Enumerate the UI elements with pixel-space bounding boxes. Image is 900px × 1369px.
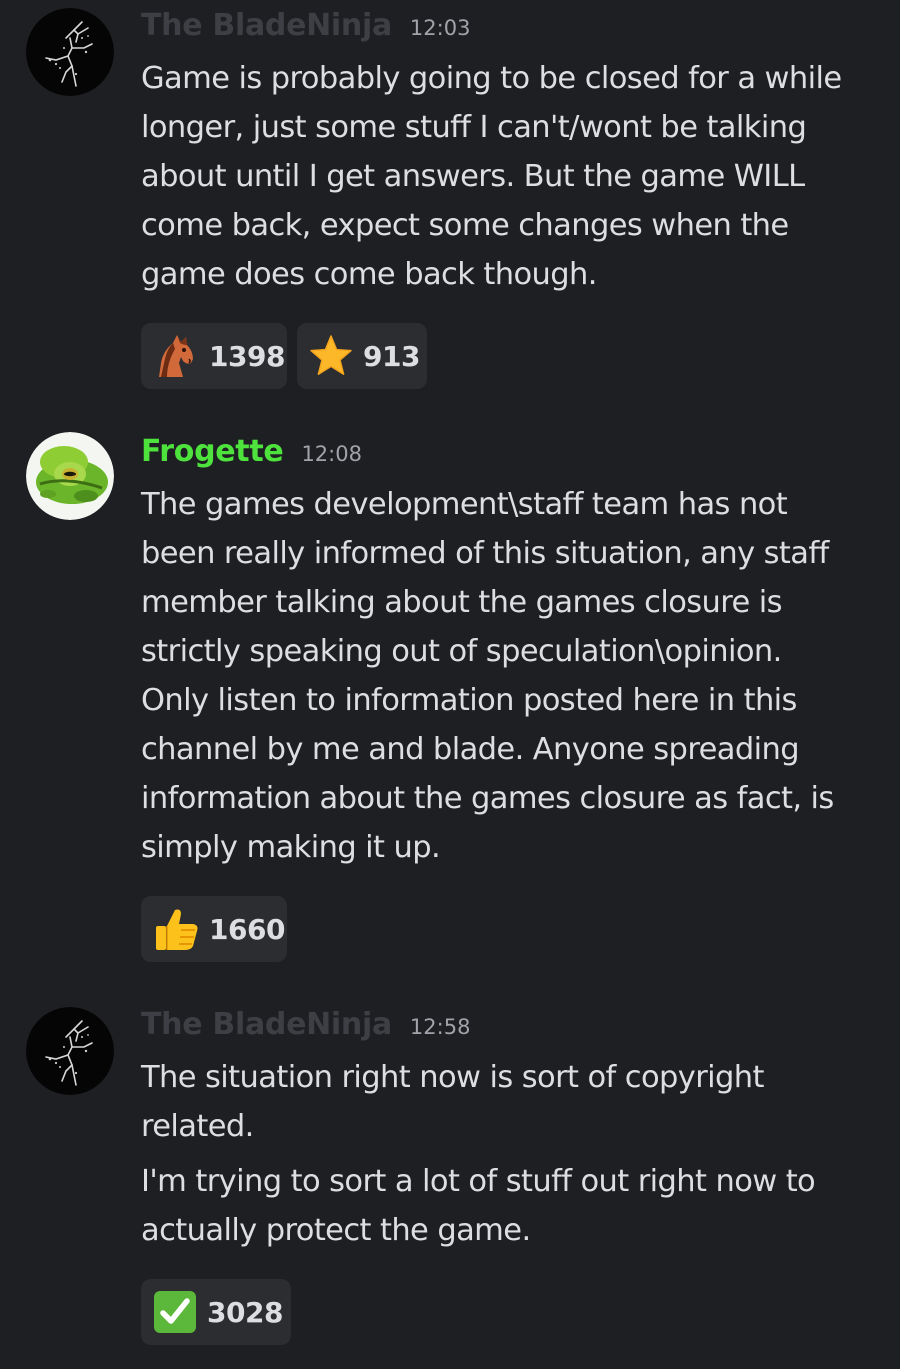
text-line: member talking about the games closure i… [141,585,783,620]
check-mark-icon [153,1288,197,1336]
reactions: 1398 913 [141,323,881,389]
text-line: Only listen to information posted here i… [141,683,797,718]
username[interactable]: Frogette [141,434,284,469]
message-content: Frogette 12:08 The games development\sta… [141,434,881,962]
message-content: The BladeNinja 12:03 Game is probably go… [141,8,881,389]
reaction-button[interactable]: 1660 [141,896,287,962]
message-text: The situation right now is sort of copyr… [141,1053,881,1151]
reaction-button[interactable]: 3028 [141,1279,291,1345]
message-header: The BladeNinja 12:58 [141,1007,881,1053]
text-line: longer, just some stuff I can't/wont be … [141,110,807,145]
reaction-count: 1398 [209,339,285,373]
reaction-count: 3028 [207,1295,283,1329]
text-line: come back, expect some changes when the [141,208,789,243]
text-line: actually protect the game. [141,1213,531,1248]
reactions: 1660 [141,896,881,962]
text-line: The games development\staff team has not [141,487,788,522]
reaction-count: 1660 [209,912,285,946]
horse-icon [153,332,199,380]
text-line: information about the games closure as f… [141,781,834,816]
text-line: Game is probably going to be closed for … [141,61,842,96]
message-text: Game is probably going to be closed for … [141,54,881,299]
text-line: strictly speaking out of speculation\opi… [141,634,782,669]
timestamp: 12:58 [409,1015,471,1039]
star-icon [309,332,353,380]
reaction-button[interactable]: 1398 [141,323,287,389]
message-text: I'm trying to sort a lot of stuff out ri… [141,1157,881,1255]
avatar[interactable] [26,432,114,520]
text-line: related. [141,1109,254,1144]
timestamp: 12:08 [301,442,362,466]
text-line: I'm trying to sort a lot of stuff out ri… [141,1164,816,1199]
text-line: been really informed of this situation, … [141,536,829,571]
frog-avatar-icon [26,432,114,520]
text-line: channel by me and blade. Anyone spreadin… [141,732,800,767]
message-content: The BladeNinja 12:58 The situation right… [141,1007,881,1345]
username[interactable]: The BladeNinja [141,1007,392,1042]
username[interactable]: The BladeNinja [141,8,392,43]
message-header: Frogette 12:08 [141,434,881,480]
reaction-count: 913 [363,339,420,373]
ninja-avatar-icon [26,8,114,96]
reactions: 3028 [141,1279,881,1345]
message-text: The games development\staff team has not… [141,480,881,872]
reaction-button[interactable]: 913 [297,323,427,389]
text-line: game does come back though. [141,257,597,292]
ninja-avatar-icon [26,1007,114,1095]
text-line: about until I get answers. But the game … [141,159,805,194]
avatar[interactable] [26,8,114,96]
timestamp: 12:03 [409,16,471,40]
text-line: simply making it up. [141,830,441,865]
message-header: The BladeNinja 12:03 [141,8,881,54]
avatar[interactable] [26,1007,114,1095]
text-line: The situation right now is sort of copyr… [141,1060,764,1095]
thumbs-up-icon [153,905,199,953]
